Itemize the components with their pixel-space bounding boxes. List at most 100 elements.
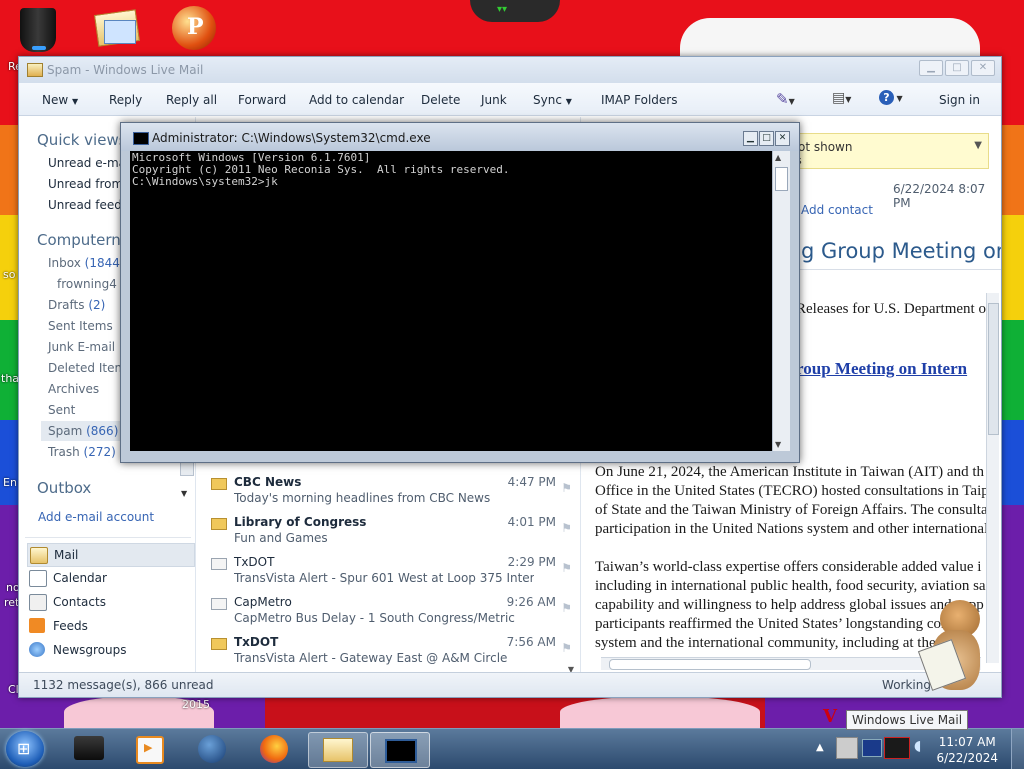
folder-spam[interactable]: Spam (866) bbox=[48, 424, 118, 438]
title-bar[interactable]: Spam - Windows Live Mail ▁ □ ✕ bbox=[19, 57, 1001, 83]
taskbar-globe-app[interactable] bbox=[184, 732, 242, 766]
pinball-icon[interactable]: P bbox=[170, 4, 220, 54]
blocked-content-notice[interactable]: ot shown s ▼ bbox=[791, 133, 989, 169]
folder-junk-email[interactable]: Junk E-mail ( bbox=[48, 340, 124, 354]
network-icon[interactable] bbox=[862, 739, 882, 757]
folder-trash[interactable]: Trash (272) bbox=[48, 445, 116, 459]
help-icon[interactable]: ? ▼ bbox=[879, 90, 903, 105]
close-button[interactable]: ✕ bbox=[775, 131, 790, 146]
forward-button[interactable]: Forward bbox=[238, 93, 286, 107]
minimize-button[interactable]: ▁ bbox=[743, 131, 758, 146]
article-link[interactable]: roup Meeting on Intern bbox=[796, 359, 967, 379]
delete-button[interactable]: Delete bbox=[421, 93, 460, 107]
terminal-icon bbox=[133, 132, 149, 145]
cmd-title-bar[interactable]: Administrator: C:\Windows\System32\cmd.e… bbox=[121, 123, 799, 151]
body-text: Releases for U.S. Department o bbox=[796, 301, 986, 317]
read-envelope-icon bbox=[211, 558, 227, 570]
trash-bin-icon[interactable] bbox=[14, 6, 64, 56]
add-to-calendar-button[interactable]: Add to calendar bbox=[309, 93, 404, 107]
vertical-scrollbar[interactable] bbox=[986, 293, 999, 663]
imap-folders-button[interactable]: IMAP Folders bbox=[601, 93, 678, 107]
nav-calendar[interactable]: Calendar bbox=[27, 567, 193, 589]
folder-sent-items[interactable]: Sent Items bbox=[48, 319, 113, 333]
reply-button[interactable]: Reply bbox=[109, 93, 142, 107]
add-contact-link[interactable]: Add contact bbox=[801, 203, 873, 217]
nav-newsgroups[interactable]: Newsgroups bbox=[27, 639, 193, 661]
tray-app-icon[interactable] bbox=[836, 737, 858, 759]
folder-frowning4[interactable]: frowning4 bbox=[57, 277, 117, 291]
folder-drafts[interactable]: Drafts (2) bbox=[48, 298, 105, 312]
mail-app-icon bbox=[27, 63, 43, 77]
maximize-button[interactable]: □ bbox=[759, 131, 774, 146]
reply-all-button[interactable]: Reply all bbox=[166, 93, 217, 107]
folder-sent[interactable]: Sent bbox=[48, 403, 75, 417]
scroll-up-arrow[interactable]: ▲ bbox=[775, 153, 781, 162]
volume-icon[interactable]: ◖ bbox=[914, 738, 921, 754]
body-line: including in international public health… bbox=[595, 578, 998, 594]
sign-in-link[interactable]: Sign in bbox=[939, 93, 980, 107]
add-email-account-link[interactable]: Add e-mail account bbox=[38, 510, 154, 524]
desktop-label-fragment: so bbox=[3, 268, 16, 281]
message-row[interactable]: CapMetro CapMetro Bus Delay - 1 South Co… bbox=[196, 591, 580, 631]
chevron-down-icon[interactable]: ▼ bbox=[181, 489, 187, 498]
cmd-window[interactable]: Administrator: C:\Windows\System32\cmd.e… bbox=[120, 122, 800, 463]
message-subject-heading: g Group Meeting on bbox=[801, 239, 1001, 263]
nav-mail[interactable]: Mail bbox=[27, 543, 195, 567]
flag-icon[interactable]: ⚑ bbox=[561, 601, 572, 615]
message-row[interactable]: CBC News Today's morning headlines from … bbox=[196, 471, 580, 511]
body-line: participation in the United Nations syst… bbox=[595, 521, 989, 537]
minimize-button[interactable]: ▁ bbox=[919, 60, 943, 76]
console-prompt[interactable]: C:\Windows\system32>jk bbox=[132, 176, 771, 188]
body-paragraph: On June 21, 2024, the American Institute… bbox=[595, 463, 989, 539]
mail-app-icon[interactable] bbox=[92, 6, 142, 56]
taskbar: ⊞ ▶ ▲ ◖ 11:07 AM 6/22/2024 bbox=[0, 728, 1024, 769]
scroll-thumb[interactable] bbox=[988, 303, 999, 435]
taskbar-cmd[interactable] bbox=[370, 732, 430, 768]
flag-icon[interactable]: ⚑ bbox=[561, 641, 572, 655]
feeds-icon bbox=[29, 618, 45, 633]
flag-icon[interactable]: ⚑ bbox=[561, 521, 572, 535]
quick-view-item[interactable]: Unread feeds bbox=[48, 198, 128, 212]
scroll-down-arrow[interactable]: ▼ bbox=[775, 440, 781, 449]
show-desktop-button[interactable] bbox=[1011, 729, 1024, 769]
message-row[interactable]: Library of Congress Fun and Games 4:01 P… bbox=[196, 511, 580, 551]
taskbar-windows-live-mail[interactable] bbox=[308, 732, 368, 768]
flag-icon[interactable]: ⚑ bbox=[561, 561, 572, 575]
taskbar-trash-app[interactable] bbox=[60, 732, 118, 766]
taskbar-firefox[interactable] bbox=[246, 732, 304, 766]
view-options-icon[interactable]: ▤▼ bbox=[832, 90, 851, 106]
account-heading[interactable]: Computerne bbox=[37, 231, 130, 249]
scroll-thumb[interactable] bbox=[775, 167, 788, 191]
pen-icon[interactable]: ✎▼ bbox=[776, 90, 795, 108]
clock-date: 6/22/2024 bbox=[936, 751, 998, 765]
nav-contacts[interactable]: Contacts bbox=[27, 591, 193, 613]
folder-archives[interactable]: Archives bbox=[48, 382, 99, 396]
quick-view-item[interactable]: Unread e-mai bbox=[48, 156, 129, 170]
message-time: 4:01 PM bbox=[507, 515, 556, 529]
chevron-down-icon[interactable]: ▼ bbox=[974, 140, 982, 151]
start-button[interactable]: ⊞ bbox=[6, 731, 44, 767]
unread-envelope-icon bbox=[211, 518, 227, 530]
quick-views-heading[interactable]: Quick views bbox=[37, 131, 127, 149]
nav-feeds[interactable]: Feeds bbox=[27, 615, 193, 637]
message-row[interactable]: TxDOT TransVista Alert - Spur 601 West a… bbox=[196, 551, 580, 591]
flag-icon[interactable]: ⚑ bbox=[561, 481, 572, 495]
console-output[interactable]: Microsoft Windows [Version 6.1.7601] Copy… bbox=[130, 151, 773, 451]
scroll-thumb[interactable] bbox=[609, 659, 811, 670]
outbox-heading[interactable]: Outbox bbox=[37, 479, 91, 497]
tray-app-icon[interactable] bbox=[884, 737, 910, 759]
message-row[interactable]: TxDOT TransVista Alert - Gateway East @ … bbox=[196, 631, 580, 671]
maximize-button[interactable]: □ bbox=[945, 60, 969, 76]
new-button[interactable]: New ▼ bbox=[42, 93, 78, 107]
cmd-scrollbar[interactable]: ▲ ▼ bbox=[772, 151, 790, 451]
sync-button[interactable]: Sync ▼ bbox=[533, 93, 572, 107]
tray-expand-icon[interactable]: ▲ bbox=[816, 742, 824, 753]
close-button[interactable]: ✕ bbox=[971, 60, 995, 76]
desktop-label-fragment: En bbox=[3, 476, 17, 489]
windows-logo-icon: ⊞ bbox=[17, 739, 31, 758]
message-from: CapMetro bbox=[234, 595, 292, 609]
clock[interactable]: 11:07 AM 6/22/2024 bbox=[936, 734, 998, 766]
desktop-label-fragment: 2015 bbox=[182, 698, 210, 711]
junk-button[interactable]: Junk bbox=[481, 93, 507, 107]
taskbar-media-player[interactable]: ▶ bbox=[120, 732, 178, 766]
